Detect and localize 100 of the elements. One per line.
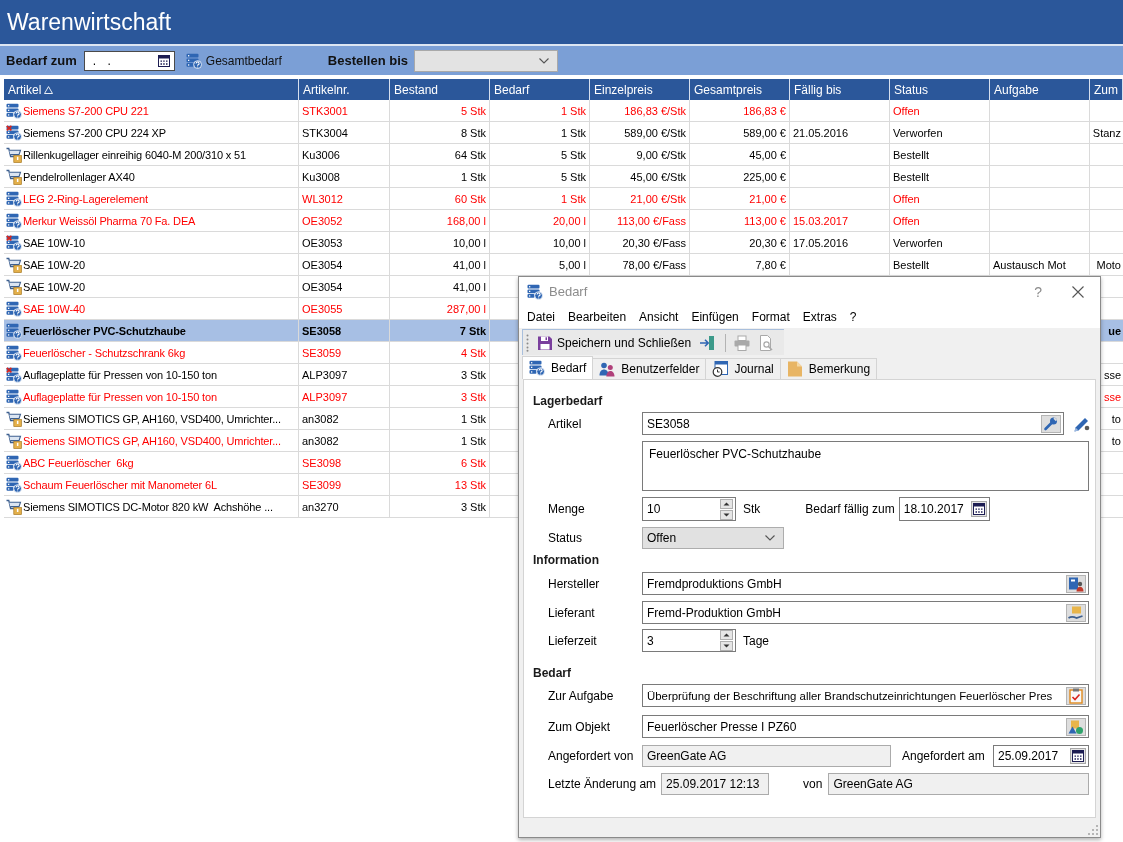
article-name: Schaum Feuerlöscher mit Manometer 6L — [23, 478, 217, 491]
field-label: Zur Aufgabe — [548, 688, 615, 703]
section-heading: Bedarf — [532, 665, 572, 681]
table-cell: SE3058 — [299, 320, 390, 342]
table-cell: Stanz — [1090, 122, 1123, 144]
field-label: von — [803, 777, 823, 791]
table-cell: 5 Stk — [390, 100, 490, 122]
table-cell: 9,00 €/Stk — [590, 144, 690, 166]
article-name: Siemens S7-200 CPU 224 XP — [23, 126, 166, 139]
table-cell: OE3053 — [299, 232, 390, 254]
article-name: SAE 10W-40 — [23, 302, 85, 315]
article-name: Siemens SIMOTICS GP, AH160, VSD400, Umrichter... — [23, 434, 281, 447]
table-cell: Verworfen — [890, 122, 990, 144]
table-cell: 21.05.2016 — [790, 122, 890, 144]
field-label: Status — [548, 531, 584, 545]
dialog-title: Bedarf — [549, 284, 588, 299]
table-cell: Offen — [890, 188, 990, 210]
field-label: Zum Objekt — [548, 719, 611, 734]
table-cell: Bestellt — [890, 144, 990, 166]
table-cell: 589,00 € — [690, 122, 790, 144]
table-cell: Ku3008 — [299, 166, 390, 188]
table-cell: OE3054 — [299, 254, 390, 276]
article-name: SAE 10W-20 — [23, 258, 85, 271]
table-cell: SE3098 — [299, 452, 390, 474]
article-name: Feuerlöscher PVC-Schutzhaube — [23, 324, 186, 337]
table-cell: 1 Stk — [490, 188, 590, 210]
table-cell: 1 Stk — [390, 430, 490, 452]
table-cell: 20,30 €/Fass — [590, 232, 690, 254]
table-cell: 21,00 € — [690, 188, 790, 210]
table-cell: 8 Stk — [390, 122, 490, 144]
section-heading: Lagerbedarf — [532, 393, 604, 409]
table-cell: 6 Stk — [390, 452, 490, 474]
table-cell: Ku3006 — [299, 144, 390, 166]
table-cell: Offen — [890, 210, 990, 232]
table-cell: 5 Stk — [490, 166, 590, 188]
article-name: SAE 10W-10 — [23, 236, 85, 249]
article-name: Feuerlöscher - Schutzschrank 6kg — [23, 346, 186, 359]
app-title: Warenwirtschaft — [7, 8, 172, 36]
field-label: Artikel — [548, 416, 583, 431]
table-cell: WL3012 — [299, 188, 390, 210]
table-cell: 13 Stk — [390, 474, 490, 496]
table-cell: OE3054 — [299, 276, 390, 298]
table-cell: an3082 — [299, 408, 390, 430]
table-cell: 64 Stk — [390, 144, 490, 166]
table-cell: ALP3097 — [299, 386, 390, 408]
article-name: LEG 2-Ring-Lagerelement — [23, 192, 148, 205]
table-cell: 60 Stk — [390, 188, 490, 210]
unit-label: Stk — [743, 502, 761, 516]
table-cell: 1 Stk — [490, 100, 590, 122]
date-label: Bedarf zum — [6, 53, 77, 68]
table-cell: 1 Stk — [390, 166, 490, 188]
table-cell: 45,00 € — [690, 144, 790, 166]
article-name: Pendelrollenlager AX40 — [23, 170, 135, 183]
table-cell: STK3004 — [299, 122, 390, 144]
article-name: ABC Feuerlöscher 6kg — [23, 456, 134, 469]
table-cell: Verworfen — [890, 232, 990, 254]
table-cell: 3 Stk — [390, 496, 490, 518]
table-cell: 10,00 l — [390, 232, 490, 254]
table-cell: 1 Stk — [390, 408, 490, 430]
article-name: Siemens SIMOTICS DC-Motor 820 kW Achshöhe ... — [23, 500, 273, 513]
article-name: Merkur Weissöl Pharma 70 Fa. DEA — [23, 214, 196, 227]
table-cell: 5 Stk — [490, 144, 590, 166]
table-cell: 20,30 € — [690, 232, 790, 254]
field-label: Angefordert von — [548, 749, 635, 763]
table-cell: 17.05.2016 — [790, 232, 890, 254]
table-cell: 186,83 €/Stk — [590, 100, 690, 122]
article-name: Siemens SIMOTICS GP, AH160, VSD400, Umrichter... — [23, 412, 281, 425]
table-cell: an3082 — [299, 430, 390, 452]
article-name: SAE 10W-20 — [23, 280, 85, 293]
table-cell: 10,00 l — [490, 232, 590, 254]
article-name: Rillenkugellager einreihig 6040-M 200/310 x 51 — [23, 148, 247, 161]
table-cell: 21,00 €/Stk — [590, 188, 690, 210]
table-cell: OE3052 — [299, 210, 390, 232]
table-cell: 168,00 l — [390, 210, 490, 232]
field-label: Lieferant — [548, 605, 596, 620]
table-cell: 7 Stk — [390, 320, 490, 342]
table-cell: 589,00 €/Stk — [590, 122, 690, 144]
table-cell: 15.03.2017 — [790, 210, 890, 232]
article-name: Auflageplatte für Pressen von 10-150 ton — [23, 390, 217, 403]
table-cell: 3 Stk — [390, 386, 490, 408]
table-cell: SE3099 — [299, 474, 390, 496]
table-cell: 20,00 l — [490, 210, 590, 232]
table-cell: STK3001 — [299, 100, 390, 122]
section-heading: Information — [532, 552, 600, 568]
order-until-label: Bestellen bis — [327, 53, 409, 68]
table-cell: 1 Stk — [490, 122, 590, 144]
field-label: Hersteller — [548, 576, 601, 591]
table-cell: SE3059 — [299, 342, 390, 364]
unit-label: Tage — [743, 633, 770, 648]
article-name: Auflageplatte für Pressen von 10-150 ton — [23, 368, 217, 381]
article-name: Siemens S7-200 CPU 221 — [23, 104, 149, 117]
table-cell: 41,00 l — [390, 254, 490, 276]
table-cell: Offen — [890, 100, 990, 122]
table-cell: 3 Stk — [390, 364, 490, 386]
field-label: Menge — [548, 502, 586, 516]
table-cell: Bestellt — [890, 166, 990, 188]
table-cell: 41,00 l — [390, 276, 490, 298]
table-cell: 113,00 € — [690, 210, 790, 232]
table-cell: 113,00 €/Fass — [590, 210, 690, 232]
table-cell: 45,00 €/Stk — [590, 166, 690, 188]
